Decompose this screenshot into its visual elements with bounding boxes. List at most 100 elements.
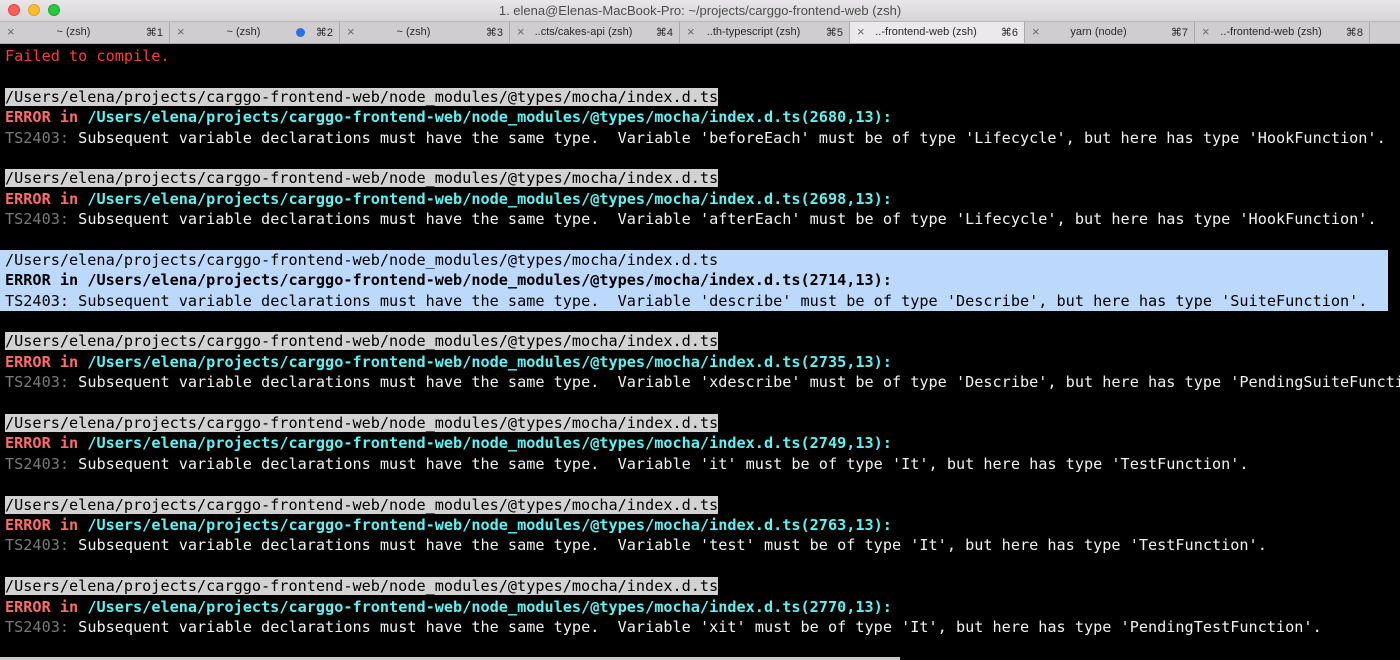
error-message-line: TS2403: Subsequent variable declarations…: [5, 128, 1400, 148]
error-message: Subsequent variable declarations must ha…: [78, 291, 1368, 310]
tab-label: ~ (zsh): [396, 26, 431, 38]
tab-3[interactable]: × ~ (zsh) ⌘3: [340, 22, 510, 43]
error-block: /Users/elena/projects/carggo-frontend-we…: [5, 168, 1400, 229]
error-location-line: ERROR in /Users/elena/projects/carggo-fr…: [5, 352, 1400, 372]
error-location-line: ERROR in /Users/elena/projects/carggo-fr…: [5, 189, 1400, 209]
error-location-line: ERROR in /Users/elena/projects/carggo-fr…: [5, 515, 1400, 535]
error-message: Subsequent variable declarations must ha…: [78, 373, 1400, 392]
error-location-line: ERROR in /Users/elena/projects/carggo-fr…: [5, 270, 1388, 290]
error-path: /Users/elena/projects/carggo-frontend-we…: [87, 515, 892, 534]
error-path: /Users/elena/projects/carggo-frontend-we…: [87, 189, 892, 208]
close-tab-icon[interactable]: ×: [347, 24, 355, 39]
tab-5[interactable]: × ..th-typescript (zsh) ⌘5: [680, 22, 850, 43]
tab-label: ~ (zsh): [226, 26, 261, 38]
error-block: /Users/elena/projects/carggo-frontend-we…: [5, 576, 1400, 637]
error-message: Subsequent variable declarations must ha…: [78, 210, 1377, 229]
close-tab-icon[interactable]: ×: [177, 24, 185, 39]
error-label: ERROR in: [5, 434, 79, 453]
file-path: /Users/elena/projects/carggo-frontend-we…: [5, 332, 719, 351]
error-block: /Users/elena/projects/carggo-frontend-we…: [5, 495, 1400, 556]
activity-indicator-icon: [296, 28, 305, 37]
tab-shortcut: ⌘8: [1345, 27, 1363, 39]
tab-label: ..-frontend-web (zsh): [1220, 26, 1322, 38]
file-path: /Users/elena/projects/carggo-frontend-we…: [5, 495, 719, 514]
tab-label: ~ (zsh): [56, 26, 91, 38]
error-message-line: TS2403: Subsequent variable declarations…: [5, 372, 1400, 392]
file-path-line: /Users/elena/projects/carggo-frontend-we…: [5, 250, 1388, 270]
file-path: /Users/elena/projects/carggo-frontend-we…: [5, 87, 719, 106]
error-message: Subsequent variable declarations must ha…: [78, 617, 1322, 636]
error-path: /Users/elena/projects/carggo-frontend-we…: [87, 597, 892, 616]
tab-shortcut: ⌘5: [825, 27, 843, 39]
error-message: Subsequent variable declarations must ha…: [78, 128, 1386, 147]
file-path-line: /Users/elena/projects/carggo-frontend-we…: [5, 495, 1400, 515]
tab-label: yarn (node): [1070, 26, 1127, 38]
error-label: ERROR in: [5, 189, 79, 208]
error-code: TS2403:: [5, 536, 70, 555]
error-label: ERROR in: [5, 597, 79, 616]
tab-shortcut: ⌘3: [485, 27, 503, 39]
error-path: /Users/elena/projects/carggo-frontend-we…: [87, 108, 892, 127]
tab-shortcut: ⌘2: [315, 27, 333, 39]
error-message: Subsequent variable declarations must ha…: [78, 536, 1267, 555]
error-label: ERROR in: [5, 352, 79, 371]
close-tab-icon[interactable]: ×: [857, 24, 865, 39]
error-path: /Users/elena/projects/carggo-frontend-we…: [87, 271, 892, 290]
error-path: /Users/elena/projects/carggo-frontend-we…: [87, 434, 892, 453]
error-code: TS2403:: [5, 454, 70, 473]
error-message-line: TS2403: Subsequent variable declarations…: [5, 535, 1400, 555]
file-path: /Users/elena/projects/carggo-frontend-we…: [5, 169, 719, 188]
error-label: ERROR in: [5, 108, 79, 127]
title-bar: 1. elena@Elenas-MacBook-Pro: ~/projects/…: [0, 0, 1400, 22]
terminal-output[interactable]: Failed to compile. /Users/elena/projects…: [0, 44, 1400, 660]
tab-shortcut: ⌘1: [145, 27, 163, 39]
error-location-line: ERROR in /Users/elena/projects/carggo-fr…: [5, 107, 1400, 127]
file-path: /Users/elena/projects/carggo-frontend-we…: [5, 577, 719, 596]
window-title: 1. elena@Elenas-MacBook-Pro: ~/projects/…: [498, 3, 902, 18]
tab-label: ..cts/cakes-api (zsh): [534, 26, 633, 38]
tab-shortcut: ⌘4: [655, 27, 673, 39]
tab-7[interactable]: × yarn (node) ⌘7: [1025, 22, 1195, 43]
tab-bar: × ~ (zsh) ⌘1 × ~ (zsh) ⌘2 × ~ (zsh) ⌘3 × ..cts/cak…: [0, 22, 1400, 44]
error-path: /Users/elena/projects/carggo-frontend-we…: [87, 352, 892, 371]
tab-shortcut: ⌘6: [1000, 27, 1018, 39]
file-path-line: /Users/elena/projects/carggo-frontend-we…: [5, 87, 1400, 107]
tab-2[interactable]: × ~ (zsh) ⌘2: [170, 22, 340, 43]
error-message-line: TS2403: Subsequent variable declarations…: [5, 291, 1388, 311]
tab-4[interactable]: × ..cts/cakes-api (zsh) ⌘4: [510, 22, 680, 43]
error-code: TS2403:: [5, 617, 70, 636]
error-block: /Users/elena/projects/carggo-frontend-we…: [0, 249, 1388, 312]
tab-8[interactable]: × ..-frontend-web (zsh) ⌘8: [1195, 22, 1370, 43]
error-message: Subsequent variable declarations must ha…: [78, 454, 1249, 473]
tab-shortcut: ⌘7: [1170, 27, 1188, 39]
close-tab-icon[interactable]: ×: [1032, 24, 1040, 39]
error-block: /Users/elena/projects/carggo-frontend-we…: [5, 87, 1400, 148]
tab-1[interactable]: × ~ (zsh) ⌘1: [0, 22, 170, 43]
close-tab-icon[interactable]: ×: [517, 24, 525, 39]
file-path: /Users/elena/projects/carggo-frontend-we…: [5, 250, 719, 269]
error-location-line: ERROR in /Users/elena/projects/carggo-fr…: [5, 597, 1400, 617]
error-location-line: ERROR in /Users/elena/projects/carggo-fr…: [5, 433, 1400, 453]
error-code: TS2403:: [5, 128, 70, 147]
error-block: /Users/elena/projects/carggo-frontend-we…: [5, 413, 1400, 474]
file-path: /Users/elena/projects/carggo-frontend-we…: [5, 414, 719, 433]
error-label: ERROR in: [5, 271, 79, 290]
error-code: TS2403:: [5, 291, 70, 310]
close-tab-icon[interactable]: ×: [7, 24, 15, 39]
tab-6[interactable]: × ..-frontend-web (zsh) ⌘6: [850, 22, 1025, 43]
error-message-line: TS2403: Subsequent variable declarations…: [5, 617, 1400, 637]
file-path-line: /Users/elena/projects/carggo-frontend-we…: [5, 413, 1400, 433]
error-block: /Users/elena/projects/carggo-frontend-we…: [5, 331, 1400, 392]
tab-label: ..th-typescript (zsh): [706, 26, 801, 38]
close-tab-icon[interactable]: ×: [1202, 24, 1210, 39]
error-code: TS2403:: [5, 373, 70, 392]
error-code: TS2403:: [5, 210, 70, 229]
close-tab-icon[interactable]: ×: [687, 24, 695, 39]
tab-label: ..-frontend-web (zsh): [875, 26, 977, 38]
